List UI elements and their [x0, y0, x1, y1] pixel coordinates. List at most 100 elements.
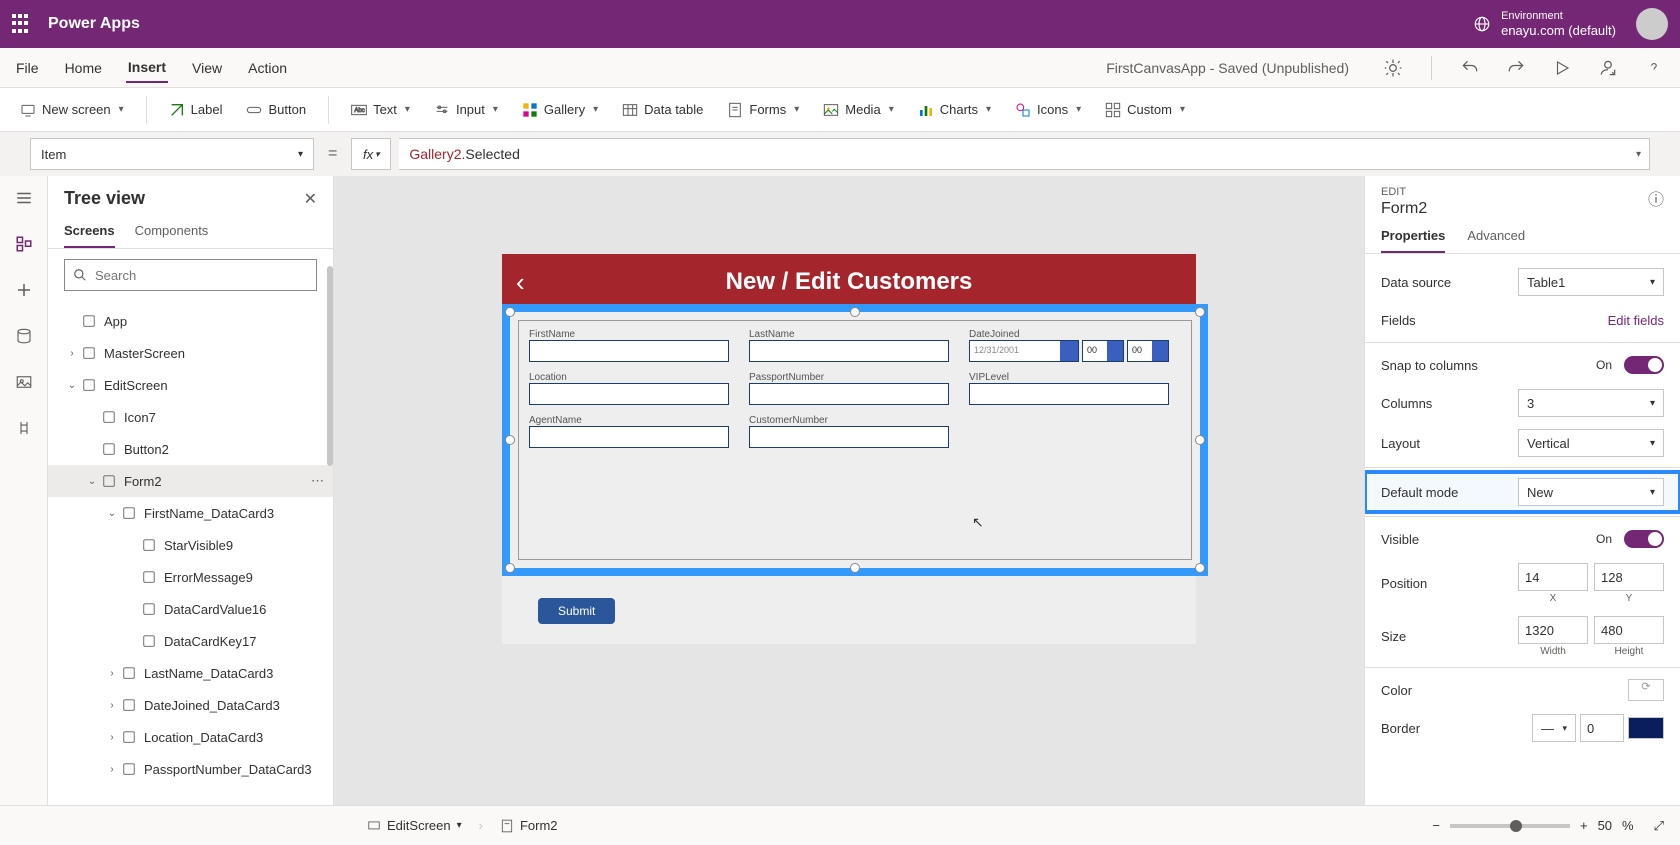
agentname-input[interactable]: [529, 426, 729, 448]
tree-item[interactable]: ⌄Form2⋯: [48, 465, 333, 497]
insert-charts-button[interactable]: Charts: [912, 98, 997, 122]
viplevel-input[interactable]: [969, 383, 1169, 405]
default-mode-select[interactable]: New▾: [1518, 478, 1664, 506]
tree-item[interactable]: ⌄FirstName_DataCard3: [48, 497, 333, 529]
scrollbar-thumb[interactable]: [327, 266, 333, 466]
minute-select[interactable]: 00: [1127, 340, 1169, 362]
tab-properties[interactable]: Properties: [1381, 228, 1445, 253]
tree-item[interactable]: ›Location_DataCard3: [48, 721, 333, 753]
tab-advanced[interactable]: Advanced: [1467, 228, 1525, 253]
zoom-slider[interactable]: [1450, 824, 1570, 828]
resize-handle[interactable]: [505, 307, 515, 317]
menu-file[interactable]: File: [14, 54, 41, 82]
date-input[interactable]: 12/31/2001: [969, 340, 1079, 362]
tree-item[interactable]: App: [48, 305, 333, 337]
tree-item[interactable]: Icon7: [48, 401, 333, 433]
position-y-input[interactable]: 128: [1594, 563, 1664, 591]
insert-gallery-button[interactable]: Gallery: [516, 98, 604, 122]
insert-text-button[interactable]: AbcText: [345, 98, 416, 122]
breadcrumb-form[interactable]: Form2: [493, 815, 565, 836]
zoom-in-button[interactable]: +: [1580, 818, 1588, 833]
passport-input[interactable]: [749, 383, 949, 405]
hamburger-icon[interactable]: [12, 186, 36, 210]
tree-item[interactable]: DataCardKey17: [48, 625, 333, 657]
size-width-input[interactable]: 1320: [1518, 616, 1588, 644]
border-width-input[interactable]: 0: [1580, 714, 1624, 742]
calendar-icon[interactable]: [1060, 341, 1078, 361]
resize-handle[interactable]: [1195, 307, 1205, 317]
menu-insert[interactable]: Insert: [126, 53, 168, 83]
tree-search-input[interactable]: [95, 268, 308, 283]
tab-screens[interactable]: Screens: [64, 215, 115, 248]
resize-handle[interactable]: [1195, 563, 1205, 573]
tree-item[interactable]: StarVisible9: [48, 529, 333, 561]
firstname-input[interactable]: [529, 340, 729, 362]
size-height-input[interactable]: 480: [1594, 616, 1664, 644]
snap-toggle[interactable]: [1624, 356, 1664, 374]
columns-select[interactable]: 3▾: [1518, 389, 1664, 417]
tree-item[interactable]: ErrorMessage9: [48, 561, 333, 593]
fx-button[interactable]: fx▾: [351, 138, 391, 170]
environment-picker[interactable]: Environment enayu.com (default): [1473, 10, 1616, 39]
tree-item[interactable]: ›MasterScreen: [48, 337, 333, 369]
border-color-swatch[interactable]: [1628, 717, 1664, 739]
undo-icon[interactable]: [1458, 56, 1482, 80]
close-panel-icon[interactable]: ✕: [304, 189, 317, 209]
more-icon[interactable]: ⋯: [311, 473, 325, 489]
resize-handle[interactable]: [505, 563, 515, 573]
customernumber-input[interactable]: [749, 426, 949, 448]
menu-view[interactable]: View: [190, 54, 224, 82]
insert-custom-button[interactable]: Custom: [1099, 98, 1191, 122]
resize-handle[interactable]: [505, 435, 515, 445]
resize-handle[interactable]: [1195, 435, 1205, 445]
tree-search[interactable]: [64, 259, 317, 291]
menu-action[interactable]: Action: [246, 54, 289, 82]
lastname-input[interactable]: [749, 340, 949, 362]
border-style-select[interactable]: —▾: [1532, 714, 1576, 742]
datasource-select[interactable]: Table1▾: [1518, 268, 1664, 296]
back-icon[interactable]: ‹: [516, 267, 525, 298]
submit-button[interactable]: Submit: [538, 598, 615, 624]
menu-home[interactable]: Home: [63, 54, 104, 82]
media-rail-icon[interactable]: [12, 370, 36, 394]
expand-formula-icon[interactable]: ▾: [1636, 149, 1641, 160]
resize-handle[interactable]: [850, 563, 860, 573]
user-avatar[interactable]: [1636, 8, 1668, 40]
insert-icons-button[interactable]: Icons: [1009, 98, 1087, 122]
tree-item[interactable]: ›LastName_DataCard3: [48, 657, 333, 689]
color-swatch[interactable]: ⟳: [1628, 679, 1664, 701]
new-screen-button[interactable]: New screen: [14, 98, 130, 122]
tree-item[interactable]: ›DateJoined_DataCard3: [48, 689, 333, 721]
zoom-out-button[interactable]: −: [1432, 818, 1440, 833]
fit-to-screen-icon[interactable]: ⤢: [1654, 818, 1664, 834]
insert-forms-button[interactable]: Forms: [721, 98, 805, 122]
resize-handle[interactable]: [850, 307, 860, 317]
help-small-icon[interactable]: ⓘ: [1648, 186, 1664, 210]
waffle-icon[interactable]: [12, 14, 32, 34]
share-icon[interactable]: [1596, 56, 1620, 80]
insert-datatable-button[interactable]: Data table: [616, 98, 709, 122]
play-icon[interactable]: [1550, 56, 1574, 80]
tools-icon[interactable]: [12, 416, 36, 440]
tree-item[interactable]: DataCardValue16: [48, 593, 333, 625]
edit-fields-link[interactable]: Edit fields: [1608, 313, 1664, 328]
tree-item[interactable]: ›PassportNumber_DataCard3: [48, 753, 333, 785]
layout-select[interactable]: Vertical▾: [1518, 429, 1664, 457]
redo-icon[interactable]: [1504, 56, 1528, 80]
help-icon[interactable]: [1642, 56, 1666, 80]
insert-media-button[interactable]: Media: [817, 98, 899, 122]
breadcrumb-screen[interactable]: EditScreen▾: [360, 815, 469, 836]
tree-item[interactable]: ⌄EditScreen: [48, 369, 333, 401]
canvas-area[interactable]: ‹ New / Edit Customers FirstName LastNam…: [334, 176, 1364, 805]
app-checker-icon[interactable]: [1381, 56, 1405, 80]
insert-button-button[interactable]: Button: [240, 98, 312, 122]
data-icon[interactable]: [12, 324, 36, 348]
tree-item[interactable]: Button2: [48, 433, 333, 465]
visible-toggle[interactable]: [1624, 530, 1664, 548]
hour-select[interactable]: 00: [1082, 340, 1124, 362]
insert-label-button[interactable]: Label: [163, 98, 229, 122]
property-selector[interactable]: Item▾: [30, 138, 314, 170]
position-x-input[interactable]: 14: [1518, 563, 1588, 591]
form-selection[interactable]: FirstName LastName DateJoined12/31/20010…: [502, 304, 1208, 576]
formula-input[interactable]: Gallery2.Selected▾: [399, 138, 1650, 170]
